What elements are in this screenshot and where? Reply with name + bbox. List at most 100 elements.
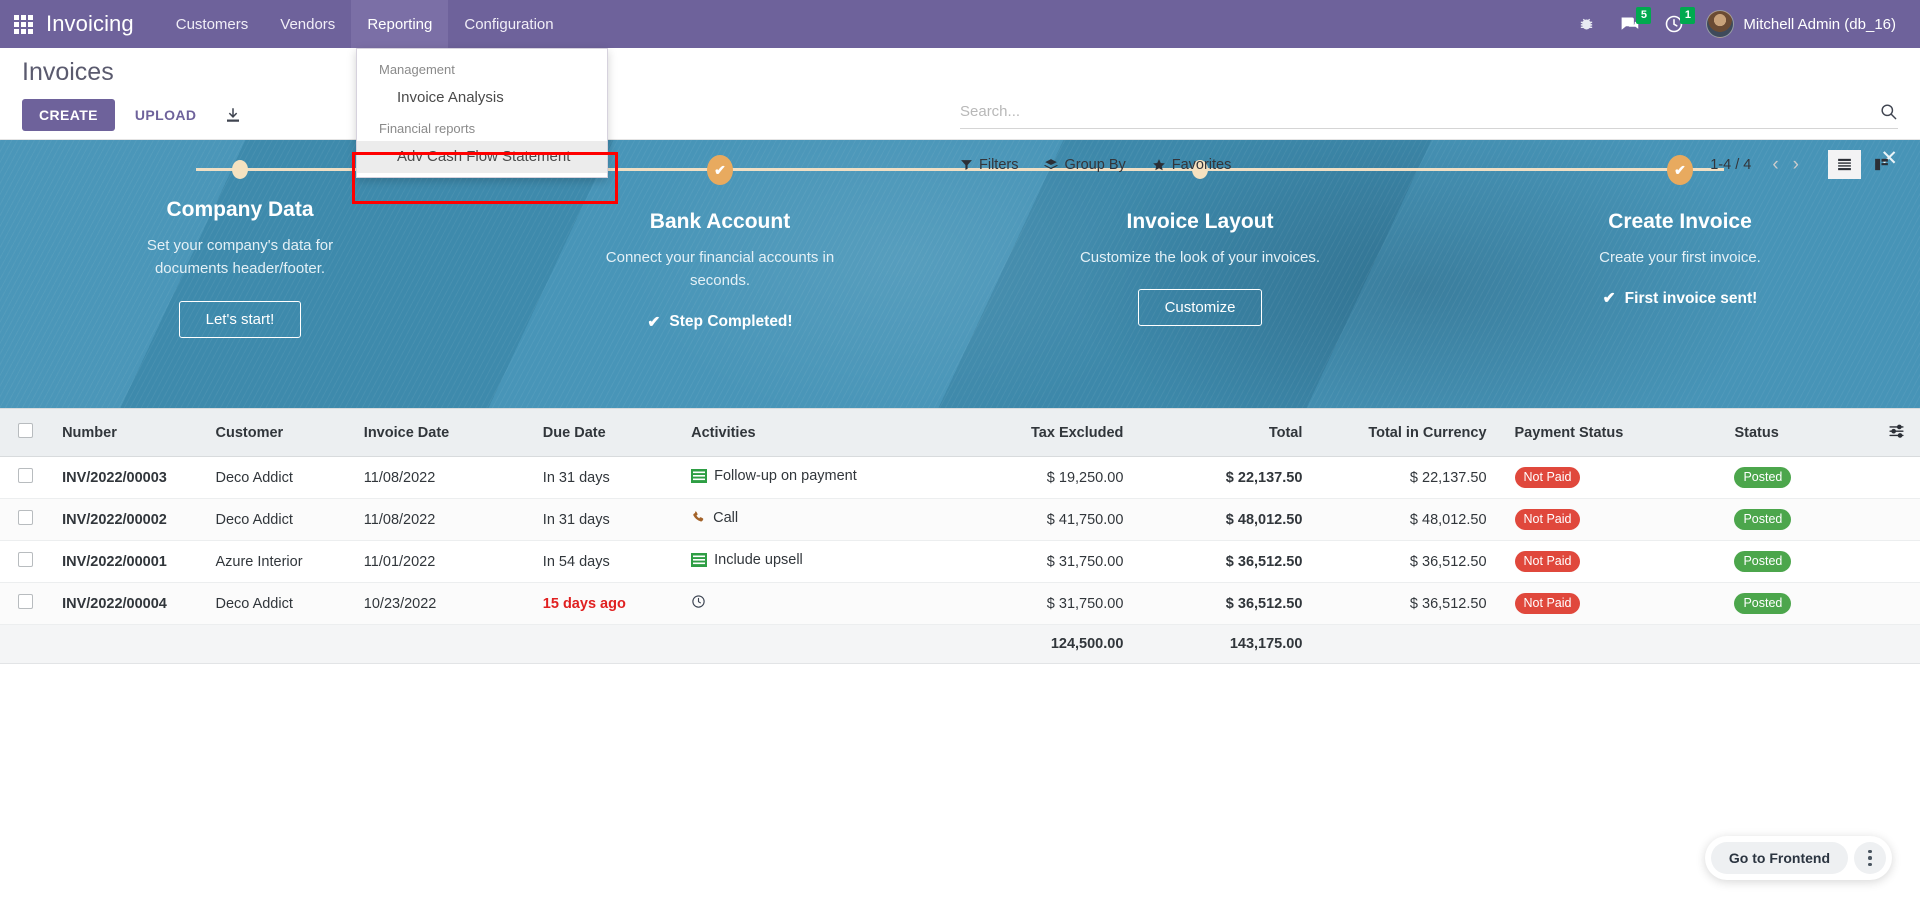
cell-status: Posted	[1720, 540, 1874, 583]
step-description: Customize the look of your invoices.	[1079, 249, 1321, 266]
invoice-list: Number Customer Invoice Date Due Date Ac…	[0, 408, 1920, 664]
row-checkbox[interactable]	[18, 510, 33, 525]
footer-spacer	[528, 624, 678, 664]
step-title: Company Data	[166, 198, 314, 221]
col-status[interactable]: Status	[1720, 408, 1874, 457]
cell-total-in-currency: $ 36,512.50	[1316, 582, 1501, 625]
row-checkbox[interactable]	[18, 552, 33, 567]
app-brand-invoicing[interactable]: Invoicing	[46, 11, 134, 37]
cell-status: Posted	[1720, 498, 1874, 541]
onboarding-steps: Company Data Set your company's data for…	[0, 140, 1920, 408]
footer-spacer	[48, 624, 202, 664]
table-totals-row: 124,500.00 143,175.00	[0, 624, 1920, 664]
group-by-button[interactable]: Group By	[1044, 156, 1126, 173]
table-body: INV/2022/00003 Deco Addict 11/08/2022 In…	[0, 456, 1920, 625]
footer-spacer	[1500, 624, 1721, 664]
step-dot-completed: ✔	[707, 155, 733, 185]
favorites-button[interactable]: Favorites	[1152, 157, 1231, 173]
pager-range: 1-4 / 4	[1710, 156, 1752, 173]
filters-button[interactable]: Filters	[960, 157, 1018, 173]
table-header-row: Number Customer Invoice Date Due Date Ac…	[0, 408, 1920, 457]
col-due-date[interactable]: Due Date	[528, 408, 678, 457]
cell-payment-status: Not Paid	[1500, 582, 1721, 625]
row-select-cell	[0, 456, 49, 499]
dropdown-item-adv-cash-flow-statement[interactable]: Adv Cash Flow Statement	[357, 141, 607, 173]
cell-due-date: In 54 days	[528, 540, 678, 583]
list-view-button[interactable]	[1828, 150, 1861, 179]
table-row[interactable]: INV/2022/00001 Azure Interior 11/01/2022…	[0, 540, 1920, 583]
upload-button[interactable]: UPLOAD	[121, 99, 211, 131]
step-title: Create Invoice	[1608, 210, 1752, 233]
nav-menu-vendors[interactable]: Vendors	[264, 0, 351, 48]
customize-button[interactable]: Customize	[1137, 289, 1263, 327]
check-icon: ✔	[647, 313, 661, 331]
activity-label: Include upsell	[714, 552, 803, 568]
navbar-right-group: 5 1 Mitchell Admin (db_16)	[1566, 0, 1920, 48]
footer-spacer	[677, 624, 949, 664]
bug-icon[interactable]	[1566, 0, 1607, 48]
col-activities[interactable]: Activities	[677, 408, 949, 457]
cell-customer: Deco Addict	[201, 456, 350, 499]
cell-activities: Follow-up on payment	[677, 456, 949, 499]
cell-number: INV/2022/00002	[48, 498, 202, 541]
check-icon: ✔	[1602, 290, 1616, 308]
nav-menu-configuration[interactable]: Configuration	[448, 0, 569, 48]
cell-due-date: In 31 days	[528, 498, 678, 541]
nav-menu-customers[interactable]: Customers	[160, 0, 265, 48]
apps-grid-icon[interactable]	[0, 0, 46, 48]
cell-customer: Deco Addict	[201, 498, 350, 541]
kanban-view-button[interactable]	[1865, 150, 1898, 179]
dropdown-section-management: Management	[379, 62, 455, 77]
select-all-checkbox[interactable]	[18, 423, 33, 438]
search-input[interactable]	[960, 103, 1871, 120]
filters-label: Filters	[979, 156, 1019, 173]
footer-spacer	[1316, 624, 1501, 664]
download-icon[interactable]	[220, 102, 246, 128]
column-options-icon[interactable]	[1873, 408, 1920, 457]
table-row[interactable]: INV/2022/00004 Deco Addict 10/23/2022 15…	[0, 582, 1920, 625]
onboarding-step-company-data: Company Data Set your company's data for…	[0, 140, 480, 408]
cell-total-in-currency: $ 22,137.50	[1316, 456, 1501, 499]
nav-menu-reporting[interactable]: Reporting	[351, 0, 449, 48]
table-footer: 124,500.00 143,175.00	[0, 624, 1920, 664]
payment-status-badge: Not Paid	[1514, 509, 1581, 530]
cell-total: $ 36,512.50	[1137, 540, 1317, 583]
col-total-in-currency[interactable]: Total in Currency	[1316, 408, 1501, 457]
kebab-menu-icon[interactable]	[1854, 842, 1886, 874]
lets-start-button[interactable]: Let's start!	[178, 300, 302, 338]
cell-payment-status: Not Paid	[1500, 498, 1721, 541]
col-tax-excluded[interactable]: Tax Excluded	[948, 408, 1138, 457]
step-description: Set your company's data for documents he…	[146, 237, 334, 278]
status-badge: Posted	[1734, 509, 1792, 530]
filters-row: Filters Group By Favorites 1-4 / 4 ‹ ›	[960, 150, 1898, 179]
col-invoice-date[interactable]: Invoice Date	[349, 408, 529, 457]
search-icon[interactable]	[1871, 102, 1898, 121]
row-checkbox[interactable]	[18, 468, 33, 483]
table-row[interactable]: INV/2022/00003 Deco Addict 11/08/2022 In…	[0, 456, 1920, 499]
create-button[interactable]: CREATE	[22, 99, 115, 131]
step-action: Let's start!	[0, 300, 480, 338]
footer-spacer	[1873, 624, 1920, 664]
onboarding-step-bank-account: ✔ Bank Account Connect your financial ac…	[480, 140, 960, 408]
footer-spacer	[349, 624, 529, 664]
chat-bubble-icon[interactable]: 5	[1607, 0, 1652, 48]
chevron-left-icon[interactable]: ‹	[1765, 155, 1785, 174]
select-all-header	[0, 408, 49, 457]
user-menu[interactable]: Mitchell Admin (db_16)	[1696, 0, 1900, 48]
col-total[interactable]: Total	[1137, 408, 1317, 457]
table-row[interactable]: INV/2022/00002 Deco Addict 11/08/2022 In…	[0, 498, 1920, 541]
go-to-frontend-button[interactable]: Go to Frontend	[1710, 842, 1848, 874]
col-number[interactable]: Number	[48, 408, 202, 457]
group-by-label: Group By	[1064, 156, 1126, 173]
onboarding-step-invoice-layout: Invoice Layout Customize the look of you…	[960, 140, 1440, 408]
step-completed-label: Step Completed!	[669, 313, 793, 330]
col-payment-status[interactable]: Payment Status	[1500, 408, 1721, 457]
step-description: Create your first invoice.	[1599, 249, 1761, 266]
col-customer[interactable]: Customer	[201, 408, 350, 457]
clock-icon[interactable]: 1	[1652, 0, 1696, 48]
row-checkbox[interactable]	[18, 594, 33, 609]
footer-total: 143,175.00	[1137, 624, 1317, 664]
dropdown-item-invoice-analysis[interactable]: Invoice Analysis	[357, 82, 607, 114]
chevron-right-icon[interactable]: ›	[1786, 155, 1806, 174]
cell-status: Posted	[1720, 582, 1874, 625]
